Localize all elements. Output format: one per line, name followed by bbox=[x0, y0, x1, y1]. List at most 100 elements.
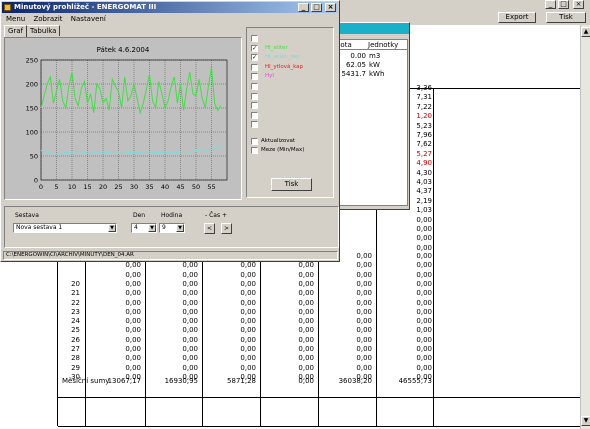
series-checkbox[interactable] bbox=[251, 63, 258, 71]
close-button[interactable]: × bbox=[325, 3, 336, 12]
menu-view[interactable]: Zobrazit bbox=[30, 14, 65, 24]
y-tick-label: 0 bbox=[34, 177, 38, 185]
table-cell: 0,00 bbox=[182, 317, 198, 326]
chart-area: Pátek 4.6.2004 0 50 100 150 200 250 0 5 10 15 20 25… bbox=[4, 37, 242, 200]
chart-print-button[interactable]: Tisk bbox=[271, 178, 312, 191]
series-label: Hyl bbox=[265, 73, 274, 80]
table-cell: 0,00 bbox=[416, 261, 432, 270]
chevron-down-icon[interactable]: ▼ bbox=[176, 224, 184, 232]
table-cell: 0,00 bbox=[298, 335, 314, 344]
series-checkbox[interactable]: ✓ bbox=[251, 54, 258, 62]
x-tick-label: 10 bbox=[68, 183, 76, 191]
table-cell: 0,00 bbox=[240, 345, 256, 353]
window-title: Minutový prohlížeč - ENERGOMAT III bbox=[14, 3, 157, 11]
table-cell: 0,00 bbox=[298, 354, 314, 363]
table-cell: 0,00 bbox=[240, 270, 256, 279]
refresh-checkbox[interactable] bbox=[251, 138, 258, 145]
table-cell: 0,00 bbox=[240, 335, 256, 344]
table-cell: 0,00 bbox=[416, 225, 432, 233]
table-cell: 0,00 bbox=[125, 317, 141, 326]
table-cell: 0,00 bbox=[182, 289, 198, 298]
series-checkbox[interactable]: ✓ bbox=[251, 44, 258, 52]
print-button[interactable]: Tisk bbox=[546, 12, 586, 23]
table-cell: 0,00 bbox=[416, 363, 432, 372]
table-cell: 0,00 bbox=[416, 270, 432, 279]
values-header-unit: Jednotky bbox=[368, 41, 399, 49]
sestava-select[interactable]: Nova sestava 1 ▼ bbox=[13, 223, 117, 233]
vertical-scrollbar[interactable]: ▲ ▼ bbox=[580, 25, 590, 429]
tab-table[interactable]: Tabulka bbox=[26, 25, 61, 36]
table-cell: 0,00 bbox=[182, 335, 198, 344]
series-checkbox[interactable] bbox=[251, 102, 258, 110]
table-cell: 0,00 bbox=[416, 326, 432, 335]
window-title-bar: Minutový prohlížeč - ENERGOMAT III _ □ × bbox=[2, 2, 338, 13]
scroll-up-arrow[interactable]: ▲ bbox=[581, 27, 590, 37]
chart-title: Pátek 4.6.2004 bbox=[97, 46, 150, 54]
unit-cell: m3 bbox=[369, 52, 381, 60]
table-cell: 0,00 bbox=[416, 279, 432, 288]
refresh-label: Aktualizovat bbox=[261, 138, 296, 144]
sum-cell: 36038,20 bbox=[338, 377, 372, 385]
sum-cell: 0,00 bbox=[298, 377, 314, 385]
menu-settings[interactable]: Nastavení bbox=[68, 14, 109, 24]
close-button[interactable]: × bbox=[573, 0, 584, 9]
table-cell: 0,00 bbox=[125, 345, 141, 353]
den-select[interactable]: 4 ▼ bbox=[131, 223, 157, 233]
series-panel: ✓ Hl_stiter ✓ Hl_sklon_tep Hl_ytlová_kap Hyl … bbox=[246, 27, 334, 198]
table-cell: 0,00 bbox=[182, 261, 198, 270]
menu-menu[interactable]: Menu bbox=[3, 14, 28, 24]
series-checkbox[interactable] bbox=[251, 92, 258, 100]
time-next-button[interactable]: > bbox=[221, 223, 232, 234]
table-cell: 0,00 bbox=[240, 317, 256, 326]
limits-label: Meze (Min/Max) bbox=[261, 147, 305, 153]
table-cell: 0,00 bbox=[416, 354, 432, 363]
table-cell: 0,00 bbox=[125, 298, 141, 307]
maximize-button[interactable]: □ bbox=[558, 0, 569, 9]
table-cell: 0,00 bbox=[125, 307, 141, 316]
table-cell: 0,00 bbox=[125, 261, 141, 270]
minimize-button[interactable]: _ bbox=[298, 3, 309, 12]
table-cell: 0,00 bbox=[356, 317, 372, 326]
minute-viewer-window: Minutový prohlížeč - ENERGOMAT III _ □ ×… bbox=[0, 0, 340, 262]
series-checkbox[interactable] bbox=[251, 121, 258, 129]
table-cell: 0,00 bbox=[125, 289, 141, 298]
time-label: - Čas + bbox=[205, 212, 227, 219]
x-tick-label: 45 bbox=[176, 183, 184, 191]
limits-checkbox[interactable] bbox=[251, 147, 258, 154]
table-cell: 0,00 bbox=[182, 345, 198, 353]
chevron-down-icon[interactable]: ▼ bbox=[148, 224, 156, 232]
table-cell: 0,00 bbox=[182, 270, 198, 279]
series-checkbox[interactable] bbox=[251, 83, 258, 90]
export-button[interactable]: Export bbox=[498, 12, 536, 23]
table-cell: 0,00 bbox=[298, 317, 314, 326]
sestava-label: Sestava bbox=[15, 212, 39, 219]
chevron-down-icon[interactable]: ▼ bbox=[108, 224, 116, 232]
table-cell: 0,00 bbox=[416, 243, 432, 252]
x-tick-label: 5 bbox=[54, 183, 58, 191]
table-cell: 0,00 bbox=[240, 307, 256, 316]
maximize-button[interactable]: □ bbox=[311, 3, 322, 12]
row-number: 27 bbox=[71, 345, 80, 353]
table-cell: 0,00 bbox=[125, 335, 141, 344]
table-cell: 0,00 bbox=[298, 326, 314, 335]
time-prev-button[interactable]: < bbox=[204, 223, 215, 234]
table-cell: 0,00 bbox=[182, 279, 198, 288]
minimize-button[interactable]: _ bbox=[545, 0, 556, 9]
scroll-down-arrow[interactable]: ▼ bbox=[581, 416, 590, 426]
table-cell: 0,00 bbox=[125, 279, 141, 288]
row-number: 26 bbox=[71, 335, 80, 344]
series-checkbox[interactable] bbox=[251, 35, 258, 42]
series-checkbox[interactable] bbox=[251, 73, 258, 81]
values-window-title-bar bbox=[331, 23, 409, 34]
den-value: 4 bbox=[134, 224, 138, 231]
table-cell: 0,00 bbox=[182, 354, 198, 363]
x-tick-label: 25 bbox=[114, 183, 122, 191]
table-cell: 0,00 bbox=[240, 326, 256, 335]
y-tick-label: 150 bbox=[26, 105, 38, 113]
tab-graph[interactable]: Graf bbox=[4, 25, 28, 37]
hodina-select[interactable]: 9 ▼ bbox=[159, 223, 185, 233]
table-cell: 0,00 bbox=[240, 354, 256, 363]
series-checkbox[interactable] bbox=[251, 111, 258, 119]
table-cell: 0,00 bbox=[356, 326, 372, 335]
values-table: hota Jednotky 0.00 m3 62.05 kW 5431.7 kWh bbox=[333, 39, 408, 206]
